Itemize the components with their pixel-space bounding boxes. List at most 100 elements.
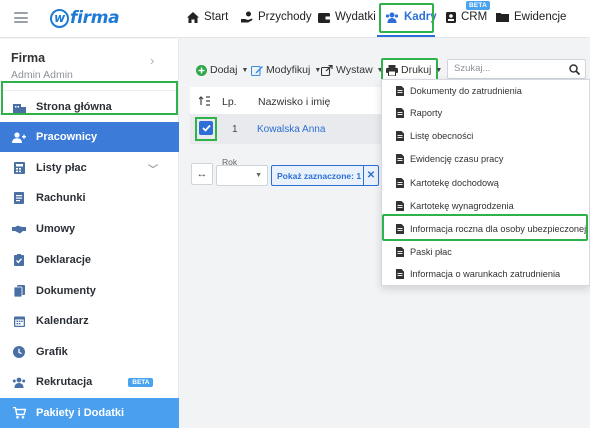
sidebar-item-listy-plac[interactable]: Listy płac ﹀ — [0, 153, 179, 183]
chevron-down-icon[interactable]: ﹀ — [148, 161, 158, 176]
document-icon — [396, 178, 404, 188]
nav-crm-label: CRM — [461, 11, 488, 23]
calendar-icon — [12, 314, 26, 328]
sidebar-item-pracownicy[interactable]: Pracownicy — [0, 122, 179, 152]
column-header-lp[interactable]: Lp. — [222, 96, 237, 108]
caret-down-icon: ▼ — [435, 66, 443, 74]
sidebar-item-label: Umowy — [36, 223, 76, 235]
modyfikuj-button[interactable]: Modyfikuj ▼ — [251, 64, 321, 76]
contact-card-icon — [446, 11, 456, 23]
sidebar-item-grafik[interactable]: Grafik — [0, 337, 179, 367]
column-header-name[interactable]: Nazwisko i imię — [258, 96, 330, 108]
sidebar-item-label: Kalendarz — [36, 315, 89, 327]
sidebar-item-label: Listy płac — [36, 162, 87, 174]
wystaw-button[interactable]: Wystaw▼ — [321, 64, 384, 76]
search-box[interactable] — [447, 59, 586, 79]
document-icon — [396, 108, 404, 118]
search-input[interactable] — [454, 63, 564, 74]
company-title: Firma — [11, 51, 46, 65]
hand-coin-icon — [241, 11, 253, 23]
kadry-active-underline — [377, 35, 435, 37]
search-icon[interactable] — [569, 64, 580, 75]
menu-item-ewidencje-czasu-pracy[interactable]: Ewidencję czasu pracy — [382, 148, 590, 170]
sidebar-item-rachunki[interactable]: Rachunki — [0, 183, 179, 213]
sidebar-item-label: Rekrutacja — [36, 376, 93, 388]
sort-toggle-icon[interactable] — [199, 96, 211, 106]
row-lp: 1 — [232, 124, 238, 135]
sidebar-item-label: Deklaracje — [36, 254, 92, 266]
nav-crm[interactable]: CRM — [446, 11, 487, 23]
printer-icon — [386, 64, 398, 76]
users-icon — [12, 375, 26, 389]
informacja-roczna-highlight-frame — [382, 214, 588, 241]
wfirma-logo[interactable]: w firma — [50, 8, 120, 28]
handshake-icon — [12, 222, 26, 236]
document-icon — [396, 86, 404, 96]
folder-icon — [496, 13, 509, 22]
menu-item-liste-obecnosci[interactable]: Listę obecności — [382, 125, 590, 147]
menu-item-raporty[interactable]: Raporty — [382, 102, 590, 124]
document-icon — [396, 154, 404, 164]
sidebar-item-dokumenty[interactable]: Dokumenty — [0, 276, 179, 306]
caret-down-icon: ▼ — [255, 172, 262, 179]
kadry-highlight-frame — [379, 3, 434, 33]
calculator-icon — [12, 161, 26, 175]
close-icon: ✕ — [366, 170, 376, 181]
nav-start[interactable]: Start — [187, 11, 228, 23]
document-icon — [396, 247, 404, 257]
share-icon — [321, 64, 333, 76]
menu-item-label: Informacja o warunkach zatrudnienia — [410, 269, 561, 279]
document-icon — [12, 191, 26, 205]
top-bar: w firma Start Przychody Wydatki Kadry CRM… — [0, 0, 590, 38]
nav-start-label: Start — [204, 11, 229, 23]
modyfikuj-label: Modyfikuj — [266, 64, 311, 76]
document-icon — [396, 201, 404, 211]
row-checkbox[interactable] — [199, 121, 213, 135]
sidebar-item-label: Dokumenty — [36, 285, 96, 297]
nav-przychody-label: Przychody — [258, 11, 312, 23]
menu-item-dokumenty-do-zatrudnienia[interactable]: Dokumenty do zatrudnienia — [382, 80, 590, 102]
clear-filter-button[interactable]: ✕ — [363, 165, 379, 186]
sidebar-item-rekrutacja[interactable]: Rekrutacja BETA — [0, 367, 179, 397]
nav-ewidencje[interactable]: Ewidencje — [496, 11, 566, 23]
drukuj-label: Drukuj — [401, 64, 432, 76]
table-header: Lp. Nazwisko i imię — [190, 87, 385, 114]
sidebar-item-label: Pakiety i Dodatki — [36, 407, 125, 419]
document-icon — [396, 269, 404, 279]
expand-columns-button[interactable]: ↔ — [191, 163, 213, 185]
company-header[interactable]: Firma Admin Admin — [11, 51, 73, 81]
dodaj-button[interactable]: Dodaj ▼ — [196, 64, 248, 76]
rok-select[interactable]: ▼ — [216, 165, 268, 186]
user-plus-icon — [12, 130, 26, 144]
sidebar-item-deklaracje[interactable]: Deklaracje — [0, 245, 179, 275]
sidebar-item-label: Rachunki — [36, 192, 86, 204]
nav-ewidencje-label: Ewidencje — [514, 11, 567, 23]
arrows-horizontal-icon: ↔ — [196, 168, 208, 180]
nav-wydatki[interactable]: Wydatki — [318, 11, 376, 23]
edit-icon — [251, 65, 263, 76]
show-selected-filter[interactable]: Pokaż zaznaczone: 1 — [271, 165, 364, 186]
menu-item-kartoteke-dochodowa[interactable]: Kartotekę dochodową — [382, 172, 590, 194]
menu-item-paski-plac[interactable]: Paski płac — [382, 241, 590, 263]
files-icon — [12, 284, 26, 298]
document-icon — [396, 131, 404, 141]
sidebar-item-kalendarz[interactable]: Kalendarz — [0, 306, 179, 336]
plus-circle-icon — [196, 64, 207, 76]
caret-down-icon: ▼ — [241, 66, 249, 74]
print-dropdown-menu: Dokumenty do zatrudnienia Raporty Listę … — [381, 79, 590, 286]
menu-item-label: Ewidencję czasu pracy — [410, 154, 504, 164]
menu-item-label: Listę obecności — [410, 131, 474, 141]
chevron-right-icon[interactable]: › — [150, 53, 154, 68]
menu-item-label: Kartotekę wynagrodzenia — [410, 201, 514, 211]
sidebar-item-umowy[interactable]: Umowy — [0, 214, 179, 244]
dodaj-label: Dodaj — [210, 64, 238, 76]
menu-item-informacja-o-warunkach[interactable]: Informacja o warunkach zatrudnienia — [382, 263, 590, 285]
nav-przychody[interactable]: Przychody — [241, 11, 312, 23]
hamburger-menu-icon[interactable] — [14, 12, 28, 23]
wallet-icon — [318, 12, 330, 23]
sidebar-item-label: Grafik — [36, 346, 68, 358]
row-name-link[interactable]: Kowalska Anna — [257, 124, 325, 135]
cart-icon — [12, 406, 26, 420]
drukuj-button[interactable]: Drukuj ▼ — [386, 64, 442, 76]
sidebar-item-pakiety[interactable]: Pakiety i Dodatki — [0, 398, 179, 428]
